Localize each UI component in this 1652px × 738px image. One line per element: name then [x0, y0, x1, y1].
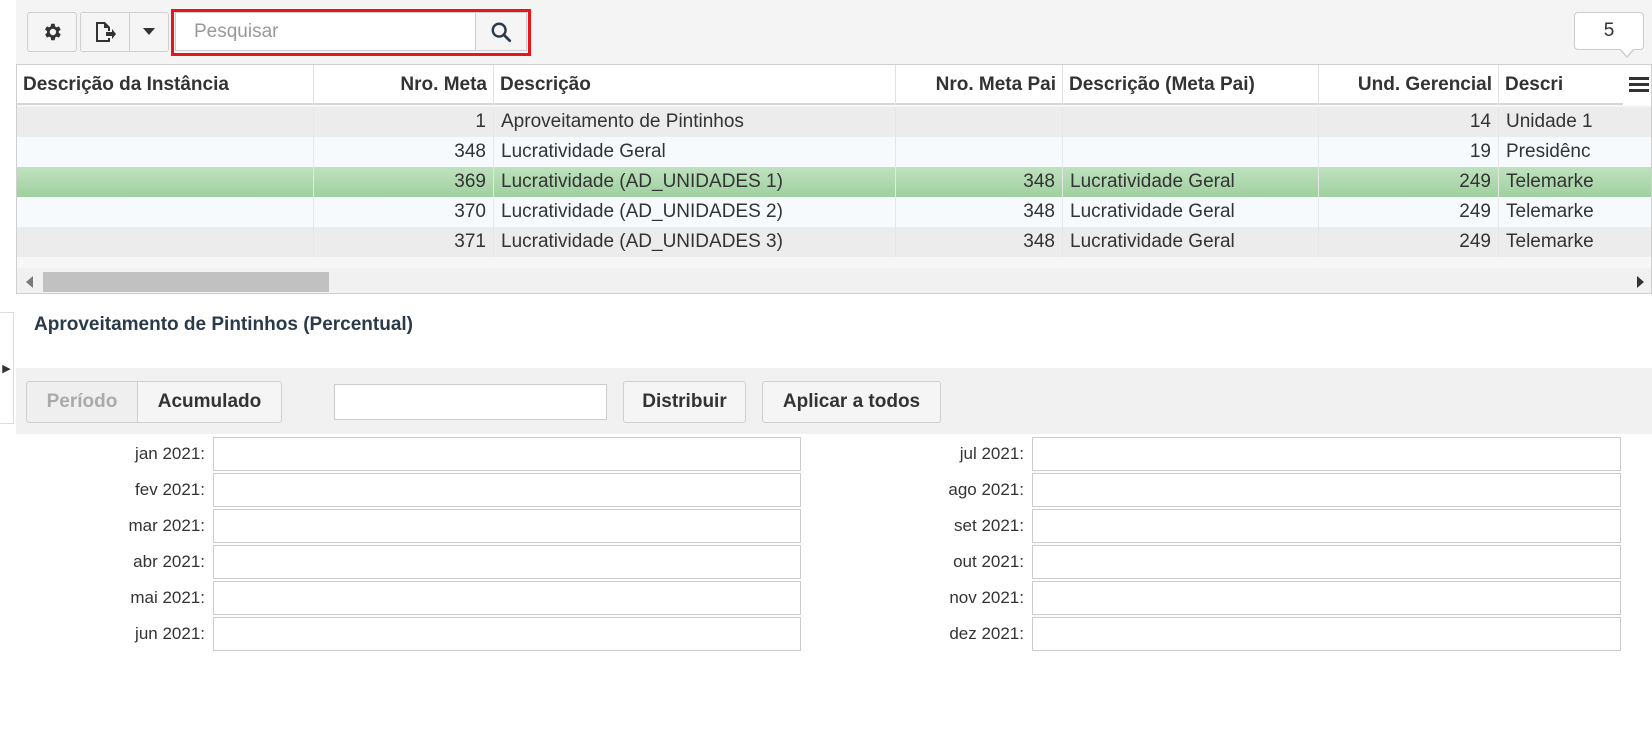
column-header-descricao[interactable]: Descrição [494, 65, 896, 105]
table-cell-descricao-pai: Lucratividade Geral [1063, 167, 1319, 197]
settings-button[interactable] [27, 12, 77, 52]
table-cell-descricao-pai: Lucratividade Geral [1063, 227, 1319, 257]
caret-down-icon [143, 28, 155, 35]
column-header-descricao-pai[interactable]: Descrição (Meta Pai) [1063, 65, 1319, 105]
table-cell-descricao: Lucratividade Geral [494, 137, 896, 167]
month-value-field[interactable] [1032, 581, 1621, 615]
table-cell-descricao: Lucratividade (AD_UNIDADES 2) [494, 197, 896, 227]
distribute-button[interactable]: Distribuir [623, 381, 746, 423]
table-cell-und-gerencial: 249 [1319, 167, 1499, 197]
table-cell-descricao-pai: Lucratividade Geral [1063, 197, 1319, 227]
month-label: mar 2021: [128, 516, 205, 535]
column-menu-button[interactable] [1623, 65, 1651, 105]
table-row[interactable]: 1 Aproveitamento de Pintinhos 14 Unidade 1 [17, 107, 1651, 137]
month-value-field[interactable] [213, 617, 801, 651]
table-cell-descricao-und: Telemarke [1499, 227, 1651, 257]
horizontal-scrollbar[interactable] [17, 268, 1651, 293]
table-cell-descricao: Lucratividade (AD_UNIDADES 1) [494, 167, 896, 197]
month-label: jul 2021: [959, 444, 1024, 463]
table-cell-und-gerencial: 249 [1319, 197, 1499, 227]
column-header-nro-meta[interactable]: Nro. Meta [314, 65, 494, 105]
record-count: 5 [1603, 20, 1615, 41]
month-label: nov 2021: [949, 588, 1024, 607]
month-label: set 2021: [954, 516, 1024, 535]
apply-all-button[interactable]: Aplicar a todos [762, 381, 941, 423]
month-value-field[interactable] [1032, 509, 1621, 543]
table-cell-descricao-und: Telemarke [1499, 197, 1651, 227]
record-count-badge: 5 [1574, 12, 1644, 58]
table-row[interactable]: 370 Lucratividade (AD_UNIDADES 2) 348 Lucra… [17, 197, 1651, 227]
table-cell-nro-meta: 369 [314, 167, 494, 197]
export-file-icon [96, 22, 116, 42]
month-label: ago 2021: [948, 480, 1024, 499]
table-cell-descricao: Aproveitamento de Pintinhos [494, 107, 896, 137]
side-panel-toggle[interactable]: ▶ [0, 312, 14, 424]
search-button[interactable] [475, 12, 527, 51]
month-label: mai 2021: [130, 588, 205, 607]
month-value-field[interactable] [1032, 545, 1621, 579]
distribute-value-input[interactable] [334, 384, 607, 420]
search-input[interactable] [175, 12, 475, 51]
column-header-nro-meta-pai[interactable]: Nro. Meta Pai [896, 65, 1063, 105]
table-row[interactable]: 369 Lucratividade (AD_UNIDADES 1) 348 Lucra… [17, 167, 1651, 197]
table-row[interactable]: 371 Lucratividade (AD_UNIDADES 3) 348 Lucra… [17, 227, 1651, 257]
table-cell-nro-meta-pai [896, 137, 1063, 167]
table-cell-und-gerencial: 249 [1319, 227, 1499, 257]
table-cell-instancia [17, 197, 314, 227]
column-header-und-gerencial[interactable]: Und. Gerencial [1319, 65, 1499, 105]
search-icon [491, 22, 512, 42]
table-cell-nro-meta: 371 [314, 227, 494, 257]
table-cell-nro-meta: 348 [314, 137, 494, 167]
table-cell-nro-meta-pai: 348 [896, 197, 1063, 227]
grid-header: Descrição da Instância Nro. Meta Descriç… [17, 65, 1651, 105]
month-value-field[interactable] [213, 437, 801, 471]
table-cell-instancia [17, 227, 314, 257]
table-cell-und-gerencial: 19 [1319, 137, 1499, 167]
detail-title: Aproveitamento de Pintinhos (Percentual) [34, 314, 413, 335]
column-header-instancia[interactable]: Descrição da Instância [17, 65, 314, 105]
table-cell-descricao-pai [1063, 137, 1319, 167]
month-value-field[interactable] [1032, 473, 1621, 507]
scroll-left-icon[interactable] [26, 276, 33, 288]
table-cell-nro-meta-pai [896, 107, 1063, 137]
table-cell-nro-meta: 370 [314, 197, 494, 227]
gear-icon [45, 23, 61, 41]
table-cell-nro-meta: 1 [314, 107, 494, 137]
export-dropdown-button[interactable] [129, 12, 169, 52]
table-cell-descricao-pai [1063, 107, 1319, 137]
table-cell-descricao-und: Unidade 1 [1499, 107, 1651, 137]
month-label: jun 2021: [135, 624, 205, 643]
month-label: jan 2021: [135, 444, 205, 463]
month-value-field[interactable] [213, 509, 801, 543]
mode-acumulado-button[interactable]: Acumulado [137, 381, 282, 423]
hamburger-menu-icon [1629, 77, 1649, 92]
table-cell-descricao: Lucratividade (AD_UNIDADES 3) [494, 227, 896, 257]
month-value-field[interactable] [213, 581, 801, 615]
scrollbar-thumb[interactable] [43, 272, 329, 292]
scroll-right-icon[interactable] [1637, 276, 1644, 288]
month-value-field[interactable] [1032, 617, 1621, 651]
table-cell-und-gerencial: 14 [1319, 107, 1499, 137]
table-cell-instancia [17, 107, 314, 137]
table-cell-nro-meta-pai: 348 [896, 167, 1063, 197]
table-cell-instancia [17, 167, 314, 197]
table-cell-descricao-und: Telemarke [1499, 167, 1651, 197]
month-value-field[interactable] [213, 473, 801, 507]
table-row[interactable]: 348 Lucratividade Geral 19 Presidênc [17, 137, 1651, 167]
mode-periodo-button[interactable]: Período [26, 381, 138, 423]
expand-arrow-icon: ▶ [2, 362, 11, 375]
month-label: out 2021: [953, 552, 1024, 571]
table-cell-instancia [17, 137, 314, 167]
export-button[interactable] [80, 12, 130, 52]
month-value-field[interactable] [213, 545, 801, 579]
table-cell-nro-meta-pai: 348 [896, 227, 1063, 257]
month-label: abr 2021: [133, 552, 205, 571]
month-value-field[interactable] [1032, 437, 1621, 471]
month-label: fev 2021: [135, 480, 205, 499]
data-grid: Descrição da Instância Nro. Meta Descriç… [16, 64, 1652, 294]
table-cell-descricao-und: Presidênc [1499, 137, 1651, 167]
month-label: dez 2021: [949, 624, 1024, 643]
